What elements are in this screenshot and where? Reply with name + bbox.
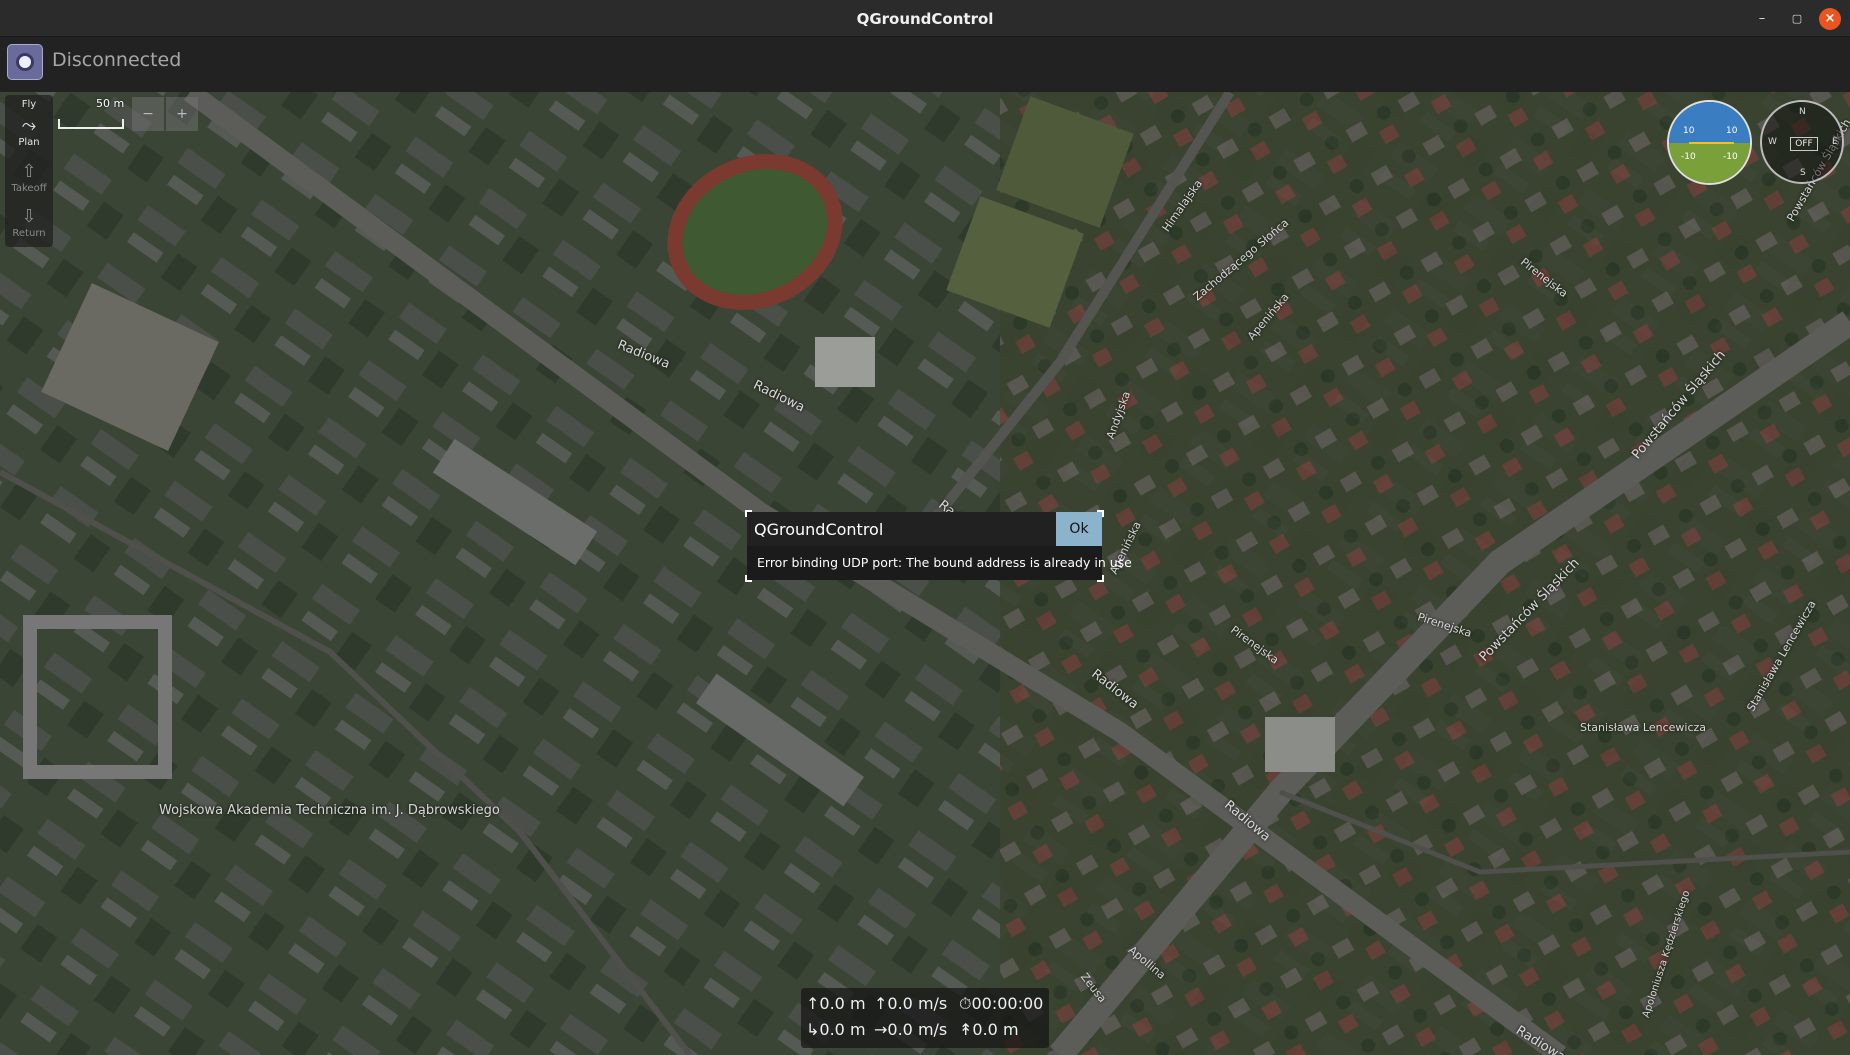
plan-tool[interactable]: ⤳ Plan — [5, 115, 53, 148]
qgc-window: QGroundControl – ▢ × Disconnected Radiow… — [0, 0, 1850, 1055]
pitch-up-label: 10 — [1726, 126, 1738, 136]
distance-value: ↳0.0 m — [806, 1020, 866, 1039]
heading-readout: OFF — [1790, 137, 1818, 151]
pitch-down-label: -10 — [1723, 152, 1738, 162]
street-label: Stanisława Lencewicza — [1580, 721, 1707, 734]
takeoff-icon: ⇧ — [21, 161, 37, 182]
pitch-down-label: -10 — [1681, 152, 1696, 162]
window-titlebar: QGroundControl – ▢ × — [0, 0, 1850, 37]
climb-rate-value: ↑0.0 m/s — [874, 994, 948, 1013]
qgc-logo-icon[interactable] — [7, 44, 43, 80]
compass-west: W — [1768, 137, 1777, 147]
takeoff-label: Takeoff — [11, 183, 47, 194]
scale-label: 50 m — [96, 97, 125, 110]
return-icon: ⇩ — [21, 206, 37, 227]
takeoff-tool[interactable]: ⇧ Takeoff — [5, 161, 53, 194]
altitude-value: ↑0.0 m — [806, 994, 866, 1013]
ok-button[interactable]: Ok — [1056, 512, 1102, 546]
minimize-button[interactable]: – — [1750, 7, 1774, 31]
dialog-body: Error binding UDP port: The bound addres… — [747, 546, 1132, 580]
return-tool[interactable]: ⇩ Return — [5, 206, 53, 239]
pitch-up-label: 10 — [1683, 126, 1695, 136]
main-toolbar: Disconnected — [0, 37, 1850, 92]
compass-south: S — [1800, 168, 1806, 178]
compass-north: N — [1799, 107, 1806, 117]
zoom-in-button[interactable]: + — [166, 97, 198, 131]
close-button[interactable]: × — [1819, 8, 1841, 30]
flight-time-value: ⏱00:00:00 — [959, 994, 1044, 1013]
place-label: Wojskowa Akademia Techniczna im. J. Dąbr… — [159, 803, 500, 818]
connection-status: Disconnected — [52, 49, 182, 71]
scale-bar — [58, 119, 124, 129]
dialog-header: QGroundControl Ok — [747, 512, 1102, 546]
compass-east: E — [1832, 137, 1838, 147]
telemetry-bar: ↑0.0 m ↑0.0 m/s ⏱00:00:00 ↳0.0 m →0.0 m/… — [801, 988, 1049, 1048]
plan-label: Plan — [18, 137, 40, 148]
compass-indicator: N S E W OFF — [1760, 100, 1844, 184]
fly-label: Fly — [21, 99, 37, 110]
maximize-button[interactable]: ▢ — [1785, 7, 1809, 31]
window-title: QGroundControl — [856, 10, 994, 28]
home-distance-value: ↟0.0 m — [959, 1020, 1019, 1039]
map-scale: 50 m — [58, 97, 128, 131]
attitude-indicator: 10 10 -10 -10 — [1667, 100, 1752, 185]
dialog-message: Error binding UDP port: The bound addres… — [757, 555, 1132, 570]
ground-speed-value: →0.0 m/s — [874, 1020, 948, 1039]
dialog-title: QGroundControl — [754, 520, 884, 539]
left-toolbar: Fly ⤳ Plan ⇧ Takeoff ⇩ Return — [5, 95, 53, 247]
instrument-panel[interactable]: 10 10 -10 -10 N S E W OFF — [1664, 96, 1846, 188]
waypoint-path-icon: ⤳ — [21, 115, 37, 136]
zoom-out-button[interactable]: − — [132, 97, 164, 131]
fly-tool[interactable]: Fly — [5, 99, 53, 110]
return-label: Return — [12, 228, 46, 239]
error-dialog: QGroundControl Ok Error binding UDP port… — [745, 510, 1132, 582]
